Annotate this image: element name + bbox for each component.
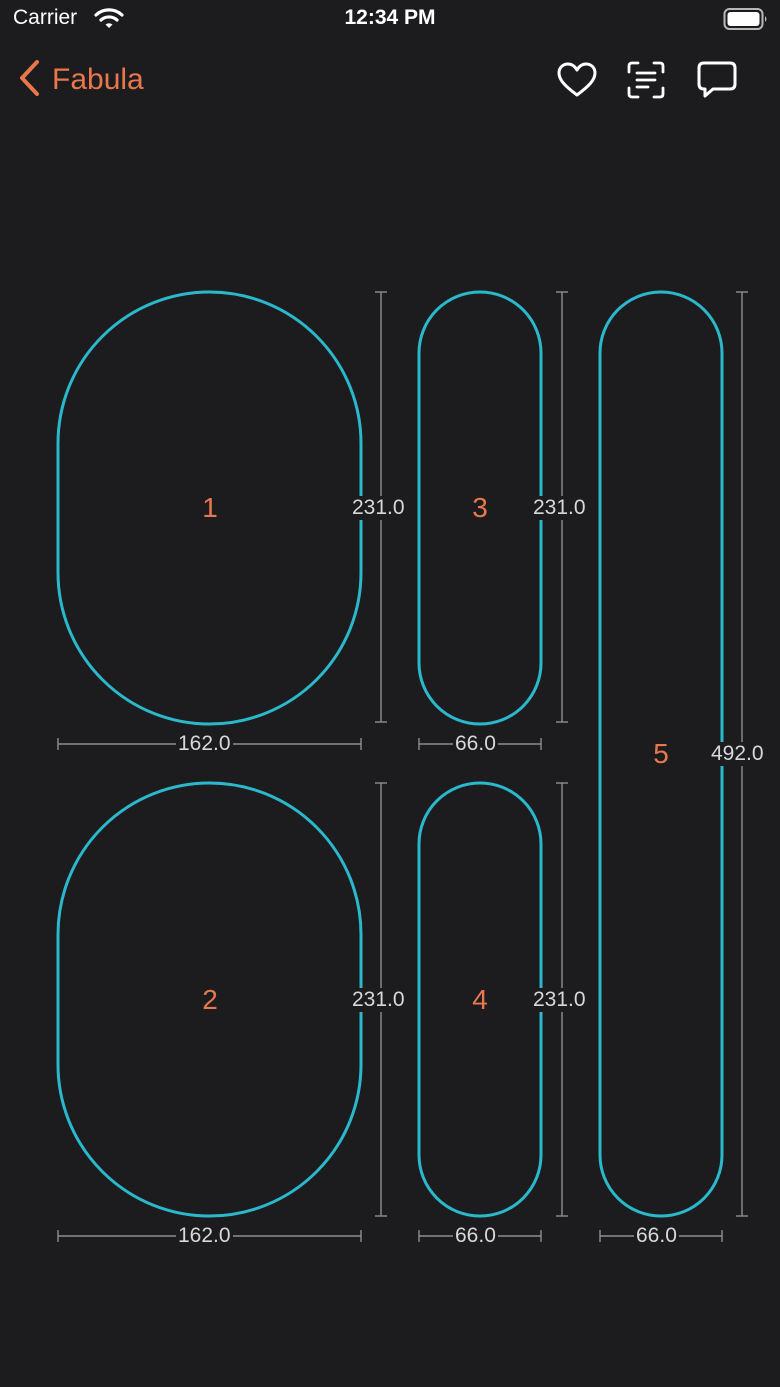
shapes-canvas: 1 2 3 4 5 231.0 231.0 231.0 231.0 492.0 … bbox=[0, 0, 780, 1387]
shape-2-height-label: 231.0 bbox=[350, 988, 407, 1012]
shape-4-number: 4 bbox=[472, 984, 488, 1015]
shape-5-width-label: 66.0 bbox=[634, 1224, 679, 1248]
shape-4-width-label: 66.0 bbox=[453, 1224, 498, 1248]
shape-2-number: 2 bbox=[202, 984, 218, 1015]
shape-4-height-label: 231.0 bbox=[531, 988, 588, 1012]
shape-5-height-label: 492.0 bbox=[709, 742, 766, 766]
shape-3-number: 3 bbox=[472, 492, 488, 523]
shape-1-number: 1 bbox=[202, 492, 218, 523]
shape-3-width-label: 66.0 bbox=[453, 732, 498, 756]
shape-1-width-label: 162.0 bbox=[176, 732, 233, 756]
shape-1-height-label: 231.0 bbox=[350, 496, 407, 520]
shape-2-width-label: 162.0 bbox=[176, 1224, 233, 1248]
shape-3-height-label: 231.0 bbox=[531, 496, 588, 520]
shape-5-number: 5 bbox=[653, 738, 669, 769]
